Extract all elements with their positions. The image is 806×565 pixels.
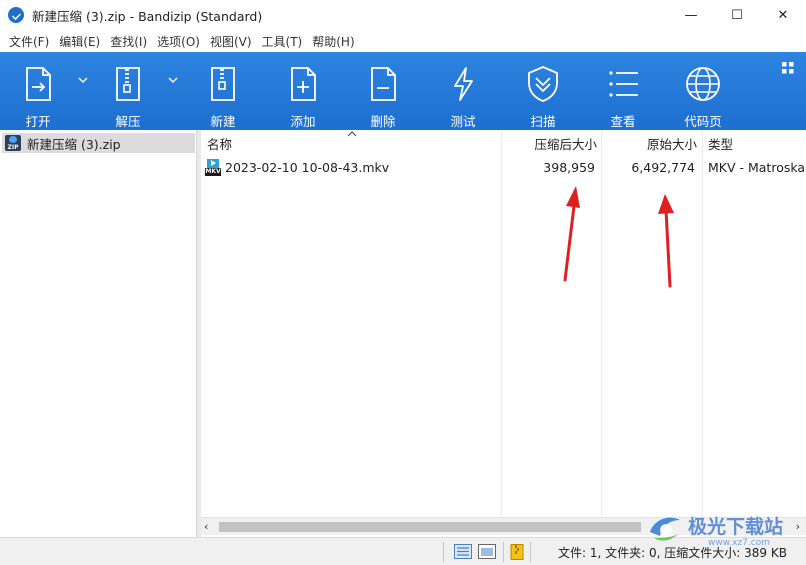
- view-button[interactable]: 查看: [597, 52, 649, 130]
- view-label: 查看: [610, 114, 636, 129]
- cell-original-size: 6,492,774: [631, 159, 695, 175]
- watermark-logo-icon: [646, 512, 684, 546]
- close-button[interactable]: ✕: [760, 0, 806, 30]
- menu-help[interactable]: 帮助(H): [307, 33, 359, 50]
- open-icon: [18, 64, 58, 104]
- scroll-left-icon[interactable]: ‹: [204, 520, 208, 533]
- archive-info-icon[interactable]: [510, 544, 524, 560]
- column-divider[interactable]: [601, 130, 602, 520]
- tree-item-label: 新建压缩 (3).zip: [27, 136, 121, 152]
- status-divider: [503, 542, 504, 562]
- preview-pane-icon[interactable]: [478, 544, 496, 559]
- file-name: 2023-02-10 10-08-43.mkv: [225, 159, 390, 175]
- codepage-button[interactable]: 代码页: [677, 52, 729, 130]
- scroll-right-icon[interactable]: ›: [796, 520, 800, 533]
- maximize-button[interactable]: ☐: [714, 0, 760, 30]
- test-label: 测试: [450, 114, 476, 129]
- status-divider: [530, 542, 531, 562]
- new-archive-label: 新建: [210, 114, 236, 129]
- menu-options[interactable]: 选项(O): [152, 33, 205, 50]
- cell-name: MKV 2023-02-10 10-08-43.mkv: [201, 157, 499, 177]
- menu-edit[interactable]: 编辑(E): [54, 33, 105, 50]
- codepage-label: 代码页: [684, 114, 722, 129]
- column-header-compressed-size[interactable]: 压缩后大小: [501, 130, 597, 156]
- add-icon: [283, 64, 323, 104]
- status-divider: [443, 542, 444, 562]
- extract-button[interactable]: 解压: [102, 52, 154, 130]
- bandizip-logo-icon: [8, 7, 24, 23]
- watermark-text: 极光下载站: [688, 516, 784, 538]
- tree-item-archive[interactable]: ZIP 新建压缩 (3).zip: [2, 133, 195, 153]
- zip-archive-icon: ZIP: [5, 135, 21, 151]
- delete-button[interactable]: 删除: [357, 52, 409, 130]
- sort-ascending-icon: [347, 130, 357, 141]
- column-divider[interactable]: [702, 130, 703, 520]
- menu-find[interactable]: 查找(I): [105, 33, 152, 50]
- cell-type: MKV - Matroska: [708, 159, 806, 175]
- status-bar: 文件: 1, 文件夹: 0, 压缩文件大小: 389 KB: [0, 537, 806, 565]
- file-list: 名称 压缩后大小 原始大小 类型 MKV 2023-02-10 10-08-43…: [201, 130, 806, 520]
- new-archive-icon: [203, 64, 243, 104]
- title-bar: 新建压缩 (3).zip - Bandizip (Standard) — ☐ ✕: [0, 0, 806, 30]
- details-view-icon[interactable]: [454, 544, 472, 559]
- add-label: 添加: [290, 114, 316, 129]
- menu-file[interactable]: 文件(F): [4, 33, 54, 50]
- scan-label: 扫描: [530, 114, 556, 129]
- minimize-button[interactable]: —: [668, 0, 714, 30]
- window-controls: — ☐ ✕: [668, 0, 806, 30]
- scan-button[interactable]: 扫描: [517, 52, 569, 130]
- column-header-original-size[interactable]: 原始大小: [601, 130, 697, 156]
- delete-label: 删除: [370, 114, 396, 129]
- add-button[interactable]: 添加: [277, 52, 329, 130]
- extract-icon: [108, 64, 148, 104]
- extract-label: 解压: [115, 114, 141, 129]
- mkv-file-icon: MKV: [205, 158, 221, 176]
- window-title: 新建压缩 (3).zip - Bandizip (Standard): [32, 8, 263, 24]
- column-divider[interactable]: [501, 130, 502, 520]
- menu-bar: 文件(F) 编辑(E) 查找(I) 选项(O) 视图(V) 工具(T) 帮助(H…: [0, 30, 806, 52]
- test-button[interactable]: 测试: [437, 52, 489, 130]
- table-row[interactable]: MKV 2023-02-10 10-08-43.mkv 398,959 6,49…: [201, 157, 806, 177]
- delete-icon: [363, 64, 403, 104]
- open-button[interactable]: 打开: [12, 52, 64, 130]
- shield-icon: [523, 64, 563, 104]
- folder-tree: ZIP 新建压缩 (3).zip: [0, 130, 197, 538]
- watermark-url: www.xz7.com: [708, 538, 770, 548]
- new-archive-button[interactable]: 新建: [197, 52, 249, 130]
- list-view-icon: [603, 64, 643, 104]
- lightning-icon: [443, 64, 483, 104]
- open-label: 打开: [25, 114, 51, 129]
- column-header-type[interactable]: 类型: [708, 130, 806, 156]
- menu-view[interactable]: 视图(V): [205, 33, 257, 50]
- globe-icon: [683, 64, 723, 104]
- open-dropdown-icon[interactable]: [78, 76, 88, 86]
- toolbar: 打开 解压 新建 添加 删除 测试 扫描 查看 代码页: [0, 52, 806, 130]
- menu-tools[interactable]: 工具(T): [257, 33, 308, 50]
- extract-dropdown-icon[interactable]: [168, 76, 178, 86]
- scrollbar-thumb[interactable]: [219, 522, 641, 532]
- cell-compressed-size: 398,959: [543, 159, 595, 175]
- layout-grid-icon[interactable]: [782, 62, 794, 77]
